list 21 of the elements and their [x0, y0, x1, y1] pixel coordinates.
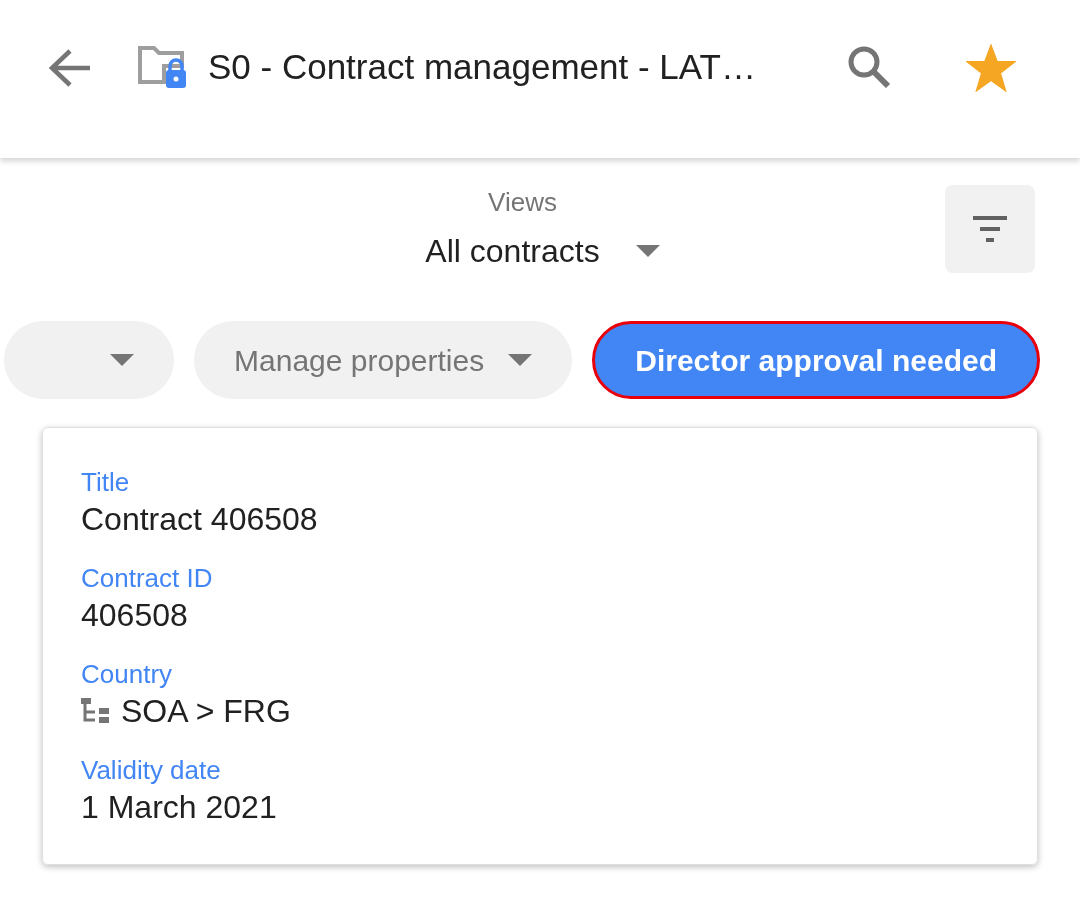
views-label: Views: [488, 186, 557, 219]
hierarchy-icon: [81, 698, 109, 724]
window-title: S0 - Contract management - LAT…: [208, 46, 757, 88]
caret-icon: [635, 245, 660, 257]
field-label: Validity date: [81, 754, 222, 786]
field-label: Contract ID: [81, 562, 214, 594]
search-icon[interactable]: [846, 44, 892, 90]
filter-icon: [973, 216, 1007, 242]
star-icon[interactable]: [966, 44, 1016, 92]
field-value: Contract 406508: [81, 500, 318, 539]
filter-button[interactable]: [945, 185, 1035, 273]
field-value: SOA > FRG: [121, 692, 291, 731]
back-arrow-icon[interactable]: [48, 48, 92, 88]
field-label: Country: [81, 658, 174, 690]
filter-chip[interactable]: Director approval needed: [592, 321, 1040, 399]
field-value: 406508: [81, 596, 188, 635]
filter-chip[interactable]: Manage properties: [194, 321, 573, 399]
view-dropdown[interactable]: All contracts: [425, 227, 660, 275]
field-label: Title: [81, 466, 131, 498]
field-value: 1 March 2021: [81, 788, 277, 827]
locked-folder-icon: [138, 44, 188, 90]
